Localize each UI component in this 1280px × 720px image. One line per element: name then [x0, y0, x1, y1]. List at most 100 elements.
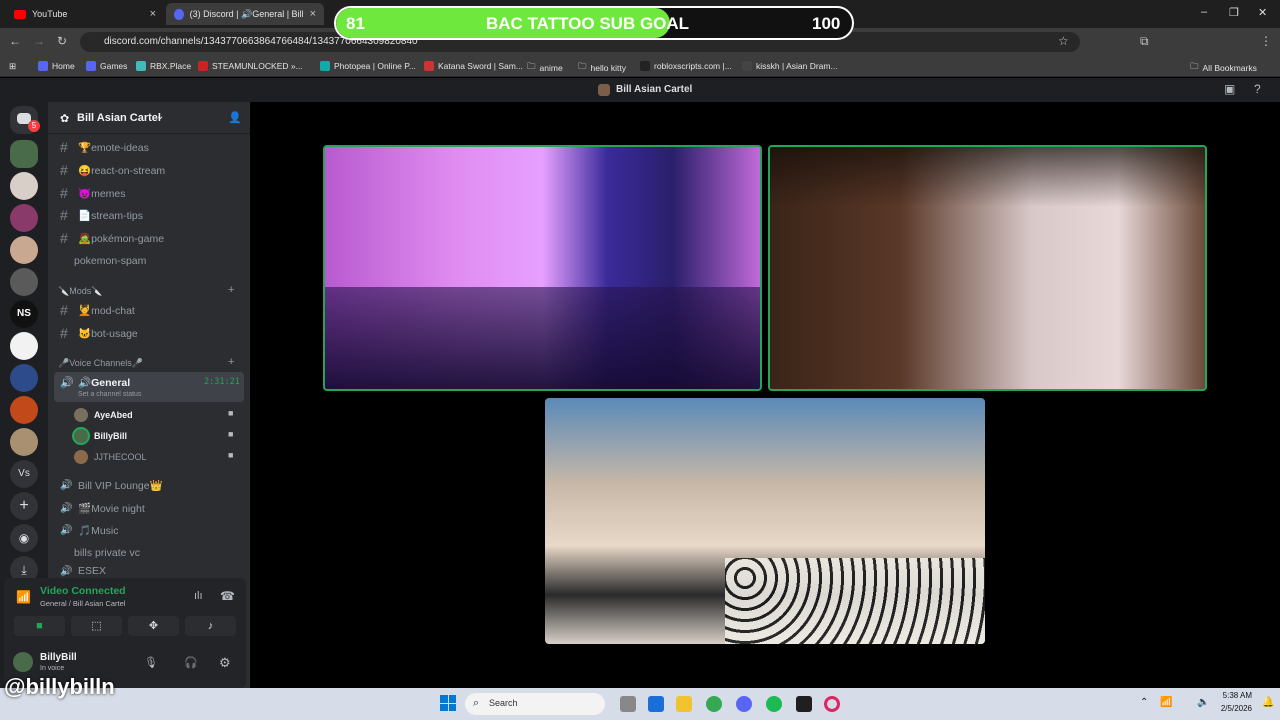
- app-icon[interactable]: [796, 696, 812, 712]
- camera-button[interactable]: ■: [14, 616, 65, 636]
- video-tile-aye-abed[interactable]: [323, 145, 762, 391]
- help-icon[interactable]: ?: [1254, 82, 1261, 96]
- file-explorer-icon[interactable]: [676, 696, 692, 712]
- clock-time[interactable]: 5:38 AM: [1216, 691, 1252, 700]
- app-icon[interactable]: [648, 696, 664, 712]
- tab-youtube[interactable]: YouTube ×: [6, 3, 164, 25]
- channel-pokemon-spam[interactable]: pokemon-spam: [56, 251, 242, 271]
- windows-start-icon[interactable]: [440, 695, 456, 711]
- screen-share-button[interactable]: ⬚: [71, 616, 122, 636]
- direct-messages-button[interactable]: 5: [10, 106, 40, 134]
- clock-date[interactable]: 2/5/2026: [1212, 704, 1252, 713]
- bookmark-katana[interactable]: Katana Sword | Sam...: [424, 61, 523, 71]
- video-tile-jjthecool[interactable]: [545, 398, 985, 644]
- voice-channel-esex[interactable]: 🔊 ESEX: [56, 565, 242, 577]
- inbox-icon[interactable]: ▣: [1224, 82, 1235, 96]
- voice-user[interactable]: AyeAbed: [74, 406, 133, 424]
- server-icon[interactable]: [10, 428, 38, 456]
- voice-channel-music[interactable]: 🔊 🎵Music: [56, 520, 242, 540]
- activities-button[interactable]: ✥: [128, 616, 179, 636]
- channel-react-on-stream[interactable]: # 😝react-on-stream: [56, 160, 242, 180]
- server-icon-vs[interactable]: Vs: [10, 460, 38, 488]
- menu-icon[interactable]: ⋮: [1260, 34, 1272, 48]
- server-icon[interactable]: [10, 332, 38, 360]
- server-icon-ns[interactable]: NS: [10, 300, 38, 328]
- disconnect-icon[interactable]: ☎: [220, 589, 235, 603]
- voice-channel-general-active[interactable]: 🔊 🔊General 2:31:21 Set a channel status: [54, 372, 244, 402]
- noise-suppression-icon[interactable]: ılı: [194, 590, 203, 602]
- channel-pokemon-game[interactable]: # 🧟pokémon-game: [56, 228, 242, 248]
- voice-user[interactable]: JJTHECOOL: [74, 448, 147, 466]
- server-icon[interactable]: [10, 364, 38, 392]
- server-icon[interactable]: [10, 268, 38, 296]
- bookmark-star-icon[interactable]: ☆: [1058, 34, 1069, 48]
- close-tab-icon[interactable]: ×: [150, 8, 156, 20]
- voice-channel-vip-lounge[interactable]: 🔊 Bill VIP Lounge👑: [56, 475, 242, 495]
- search-icon: ⌕: [473, 697, 480, 709]
- bookmark-robloxscripts[interactable]: robloxscripts.com |...: [640, 61, 732, 71]
- chrome-icon[interactable]: [706, 696, 722, 712]
- taskbar-search-box[interactable]: ⌕ Search: [465, 693, 605, 715]
- avatar: [74, 450, 88, 464]
- discover-icon[interactable]: ◉: [10, 524, 38, 552]
- server-icon[interactable]: [10, 396, 38, 424]
- voice-channel-movie-night[interactable]: 🔊 🎬Movie night: [56, 498, 242, 518]
- notification-bell-icon[interactable]: 🔔: [1262, 697, 1274, 708]
- server-icon[interactable]: [10, 236, 38, 264]
- extensions-icon[interactable]: ⧉: [1140, 34, 1149, 49]
- bookmark-anime-folder[interactable]: 🗀 anime: [527, 61, 563, 75]
- bookmark-hello-kitty-folder[interactable]: 🗀 hello kitty: [578, 61, 626, 75]
- voice-user[interactable]: BillyBill: [74, 427, 127, 445]
- server-icon-bill-asian-cartel[interactable]: [10, 140, 38, 168]
- bookmark-games[interactable]: Games: [86, 61, 127, 71]
- back-icon[interactable]: ←: [9, 34, 21, 48]
- add-channel-icon[interactable]: +: [228, 284, 234, 296]
- close-window-icon[interactable]: ✕: [1258, 6, 1267, 19]
- tab-discord[interactable]: (3) Discord | 🔊General | Bill ×: [166, 3, 324, 25]
- minimize-icon[interactable]: –: [1201, 6, 1207, 18]
- apps-icon[interactable]: ⊞: [9, 61, 16, 72]
- server-header[interactable]: ✿ Bill Asian Cartel ⌄ 👤: [48, 102, 250, 134]
- category-mods[interactable]: 🔪Mods🔪: [58, 286, 102, 297]
- tray-chevron-up-icon[interactable]: ⌃: [1140, 697, 1148, 708]
- channel-stream-tips[interactable]: # 📄stream-tips: [56, 205, 242, 225]
- connection-location[interactable]: General / Bill Asian Cartel: [40, 599, 125, 608]
- close-tab-icon[interactable]: ×: [310, 8, 316, 20]
- bookmark-rbxplace[interactable]: RBX.Place: [136, 61, 191, 71]
- task-view-icon[interactable]: [620, 696, 636, 712]
- channel-bot-usage[interactable]: # 🐱bot-usage: [56, 323, 242, 343]
- forward-icon[interactable]: →: [33, 34, 45, 48]
- user-name[interactable]: BillyBill: [40, 652, 77, 663]
- network-icon[interactable]: 📶: [1160, 697, 1172, 708]
- bookmark-steamunlocked[interactable]: STEAMUNLOCKED »...: [198, 61, 303, 71]
- voice-channel-bills-private-vc[interactable]: bills private vc: [56, 543, 242, 563]
- discord-icon[interactable]: [736, 696, 752, 712]
- add-server-icon[interactable]: +: [10, 492, 38, 520]
- category-voice-channels[interactable]: 🎤Voice Channels🎤: [58, 358, 143, 369]
- avatar[interactable]: [13, 652, 33, 672]
- channel-mod-chat[interactable]: # 💆mod-chat: [56, 300, 242, 320]
- channel-status-hint[interactable]: Set a channel status: [78, 391, 141, 398]
- bookmark-photopea[interactable]: Photopea | Online P...: [320, 61, 416, 71]
- restore-icon[interactable]: ❐: [1229, 6, 1239, 19]
- all-bookmarks[interactable]: 🗀 All Bookmarks: [1190, 61, 1257, 75]
- microphone-icon[interactable]: 🎙: [144, 656, 158, 669]
- add-channel-icon[interactable]: +: [228, 356, 234, 368]
- volume-icon[interactable]: 🔈: [1197, 697, 1209, 708]
- video-tile-billy-bill[interactable]: [768, 145, 1207, 391]
- server-icon[interactable]: [10, 172, 38, 200]
- add-member-icon[interactable]: 👤: [228, 111, 242, 124]
- gear-icon[interactable]: ⚙: [219, 655, 231, 671]
- soundboard-button[interactable]: ♪: [185, 616, 236, 636]
- reload-icon[interactable]: ↻: [57, 34, 67, 48]
- headphones-icon[interactable]: 🎧: [184, 656, 198, 669]
- channel-memes[interactable]: # 😈memes: [56, 183, 242, 203]
- folder-icon: 🗀: [527, 61, 536, 71]
- opera-icon[interactable]: [824, 696, 840, 712]
- bookmark-kisskh[interactable]: kisskh | Asian Dram...: [742, 61, 838, 71]
- bookmark-home[interactable]: Home: [38, 61, 75, 71]
- spotify-icon[interactable]: [766, 696, 782, 712]
- connection-status[interactable]: Video Connected: [40, 585, 126, 597]
- channel-emote-ideas[interactable]: # 🏆emote-ideas: [56, 137, 242, 157]
- server-icon[interactable]: [10, 204, 38, 232]
